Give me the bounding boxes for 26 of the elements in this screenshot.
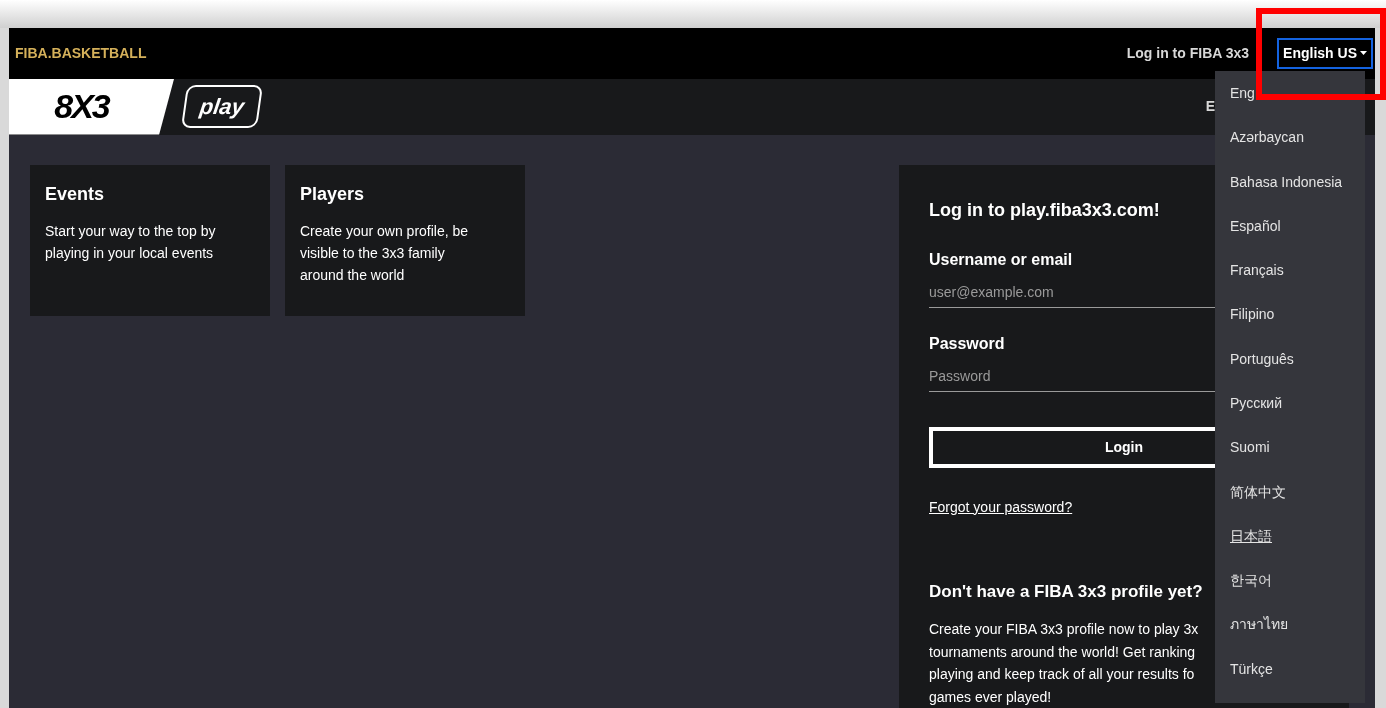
language-option[interactable]: 日本語 xyxy=(1215,525,1287,571)
card-text: Create your own profile, be visible to the 3x3 family around the world xyxy=(300,221,470,285)
language-option[interactable]: 简体中文 xyxy=(1215,481,1301,526)
signup-text: Create your FIBA 3x3 profile now to play 3x tournaments around the world! Get ranking playing and keep track of all your results fo games ever played! xyxy=(929,620,1199,707)
caret-icon xyxy=(1360,51,1367,56)
language-button[interactable]: English US xyxy=(1277,37,1373,69)
language-option[interactable]: Azərbaycan xyxy=(1215,127,1319,172)
play-badge[interactable]: play xyxy=(181,85,264,129)
login-title: Log in to play.fiba3x3.com! xyxy=(929,198,1161,222)
signup-title: Don't have a FIBA 3x3 profile yet? xyxy=(929,580,1203,603)
field-label: Username or email xyxy=(929,249,1073,270)
nav-link[interactable]: E xyxy=(1205,96,1215,118)
language-option[interactable]: Bahasa Indonesia xyxy=(1215,171,1358,216)
language-option[interactable]: Español xyxy=(1215,215,1296,261)
login-link[interactable]: Log in to FIBA 3x3 xyxy=(1126,42,1250,64)
card-title: Players xyxy=(300,182,366,206)
card-text: Start your way to the top by playing in your local events xyxy=(45,221,217,263)
language-option[interactable]: Eng xyxy=(1215,83,1270,128)
field-label: Password xyxy=(929,333,1005,354)
logo: 8X3 xyxy=(54,86,109,128)
card-title: Events xyxy=(45,182,106,206)
language-option[interactable]: 한국어 xyxy=(1215,570,1287,615)
language-option[interactable]: Türkçe xyxy=(1215,658,1288,703)
language-option[interactable]: ภาษาไทย xyxy=(1215,614,1303,659)
forgot-password-link[interactable]: Forgot your password? xyxy=(929,496,1073,518)
brand-link[interactable]: FIBA.BASKETBALL xyxy=(15,42,147,64)
